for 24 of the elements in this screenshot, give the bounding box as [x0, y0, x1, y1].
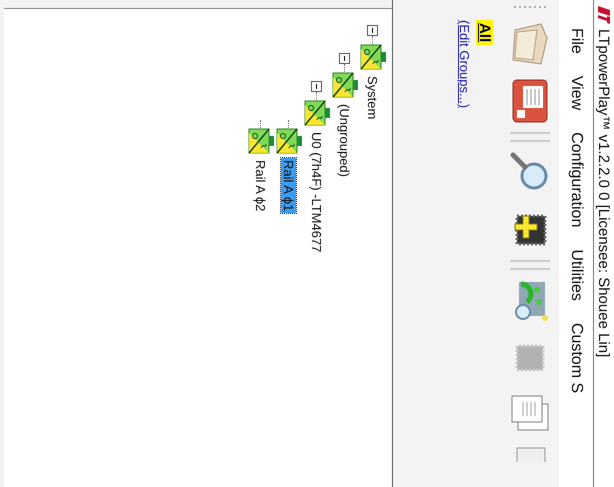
menu-item[interactable]: View [567, 76, 585, 110]
tree-item[interactable]: U0 (7h4F) -LTM4677 [310, 130, 324, 254]
device-icon [276, 128, 302, 154]
tree-item[interactable]: (Ungrouped) [338, 102, 352, 179]
menu-item[interactable]: Configuration [567, 132, 585, 228]
collapse-icon[interactable] [368, 25, 378, 36]
toolbar-separator [510, 260, 550, 270]
device-icon [360, 44, 386, 70]
menu-item[interactable]: Utilities [567, 249, 585, 301]
collapse-icon[interactable] [340, 53, 350, 64]
tree-item[interactable]: System [366, 74, 380, 122]
menu-item[interactable]: File [567, 28, 585, 54]
menu-item[interactable]: Custom S [567, 322, 585, 394]
device-icon [332, 72, 358, 98]
group-item[interactable]: All [476, 20, 493, 46]
device-icon [304, 100, 330, 126]
toolbar-separator [510, 132, 550, 142]
collapse-icon[interactable] [312, 81, 322, 92]
tree-item[interactable]: Rail A ϕ1 [282, 158, 296, 214]
tree-item[interactable]: Rail A ϕ2 [254, 158, 268, 214]
device-icon [248, 128, 274, 154]
logo-icon [598, 6, 610, 24]
window-title: LTpowerPlay™ v1.2.2.0 0 [Licensee: Shouee Lin] [596, 29, 612, 358]
edit-groups-link[interactable]: (Edit Groups...) [457, 20, 472, 108]
